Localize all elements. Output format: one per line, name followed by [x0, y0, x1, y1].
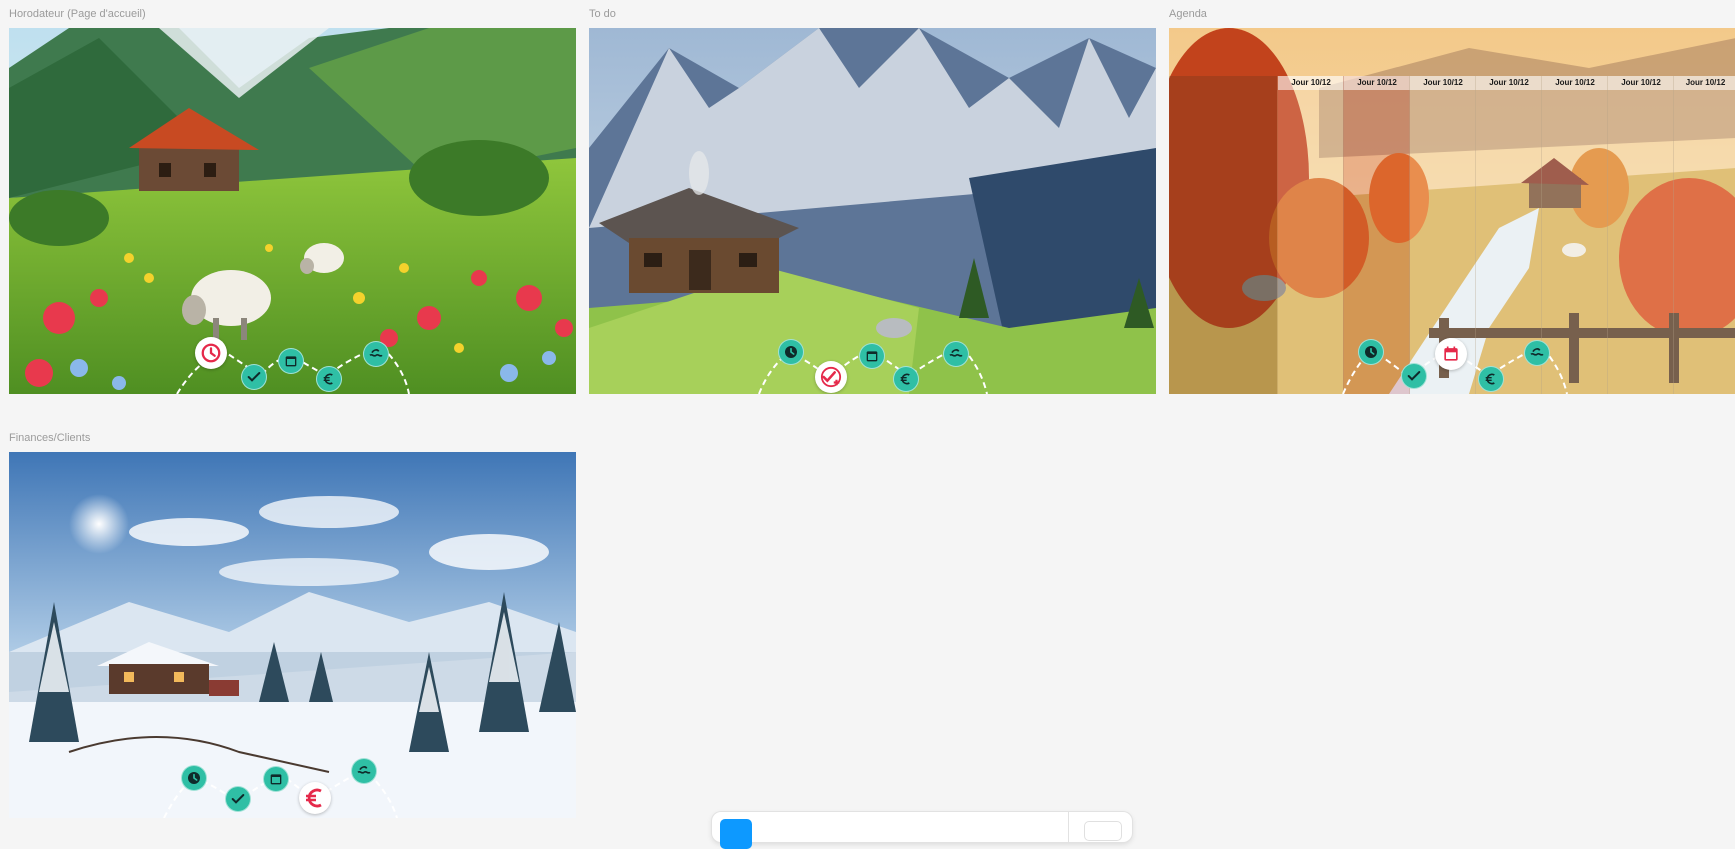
- nav-todo-button[interactable]: [1401, 363, 1427, 389]
- frame-canvas[interactable]: [589, 28, 1156, 394]
- clock-icon: [201, 343, 221, 363]
- nav-euro-button[interactable]: [893, 366, 919, 392]
- waves-icon: [1530, 348, 1544, 356]
- nav-clock-button[interactable]: [778, 339, 804, 365]
- agenda-day-column[interactable]: Jour 10/12: [1607, 76, 1674, 394]
- nav-clock-button[interactable]: [1358, 339, 1384, 365]
- agenda-day-column[interactable]: Jour 10/12: [1673, 76, 1735, 394]
- nav-clock-button[interactable]: [181, 765, 207, 791]
- nav-calendar-button[interactable]: [859, 343, 885, 369]
- agenda-day-header: Jour 10/12: [1344, 76, 1410, 90]
- agenda-day-header: Jour 10/12: [1674, 76, 1735, 90]
- scene-spring-meadow: [9, 28, 576, 394]
- nav-todo-button[interactable]: [815, 361, 847, 393]
- clock-icon: [188, 772, 200, 784]
- nav-clients-button[interactable]: [1524, 340, 1550, 366]
- toolbar-action-button[interactable]: [1084, 821, 1122, 841]
- agenda-day-header: Jour 10/12: [1476, 76, 1542, 90]
- toolbar-divider: [1068, 812, 1069, 842]
- nav-euro-button[interactable]: [1478, 366, 1504, 392]
- scene-winter-landscape: [9, 452, 576, 818]
- scene-mountain-cabin: [589, 28, 1156, 394]
- nav-euro-button[interactable]: [316, 366, 342, 392]
- nav-clock-button[interactable]: [195, 337, 227, 369]
- calendar-icon: [270, 774, 282, 785]
- agenda-day-header: Jour 10/12: [1278, 76, 1344, 90]
- agenda-day-header: Jour 10/12: [1410, 76, 1476, 90]
- check-add-icon: [820, 366, 842, 388]
- euro-icon: [306, 788, 322, 808]
- nav-calendar-button[interactable]: [1435, 338, 1467, 370]
- nav-clients-button[interactable]: [943, 341, 969, 367]
- frame-canvas[interactable]: [9, 452, 576, 818]
- euro-icon: [900, 373, 910, 385]
- agenda-day-column[interactable]: Jour 10/12: [1277, 76, 1344, 394]
- waves-icon: [949, 349, 963, 357]
- nav-clients-button[interactable]: [351, 758, 377, 784]
- nav-todo-button[interactable]: [225, 786, 251, 812]
- frame-label[interactable]: Finances/Clients: [9, 432, 90, 444]
- nav-clients-button[interactable]: [363, 341, 389, 367]
- calendar-icon: [1444, 346, 1458, 361]
- agenda-time-column: [1169, 76, 1277, 394]
- bottom-toolbar: [712, 812, 1132, 849]
- agenda-day-column[interactable]: Jour 10/12: [1541, 76, 1608, 394]
- frame-canvas[interactable]: Jour 10/12 Jour 10/12 Jour 10/12 Jour 10…: [1169, 28, 1735, 394]
- nav-euro-button[interactable]: [299, 782, 331, 814]
- check-add-icon: [231, 794, 245, 804]
- nav-calendar-button[interactable]: [278, 348, 304, 374]
- euro-icon: [1485, 373, 1495, 385]
- waves-icon: [357, 766, 371, 774]
- euro-icon: [323, 373, 333, 385]
- frame-label[interactable]: To do: [589, 8, 616, 20]
- clock-icon: [785, 346, 797, 358]
- nav-calendar-button[interactable]: [263, 766, 289, 792]
- frame-label[interactable]: Agenda: [1169, 8, 1207, 20]
- check-add-icon: [1407, 371, 1421, 381]
- frame-canvas[interactable]: [9, 28, 576, 394]
- agenda-day-header: Jour 10/12: [1542, 76, 1608, 90]
- clock-icon: [1365, 346, 1377, 358]
- frame-label[interactable]: Horodateur (Page d'accueil): [9, 8, 146, 20]
- move-tool-button[interactable]: [720, 819, 752, 849]
- nav-todo-button[interactable]: [241, 364, 267, 390]
- waves-icon: [369, 349, 383, 357]
- agenda-day-header: Jour 10/12: [1608, 76, 1674, 90]
- calendar-icon: [866, 351, 878, 362]
- check-add-icon: [247, 372, 261, 382]
- calendar-icon: [285, 356, 297, 367]
